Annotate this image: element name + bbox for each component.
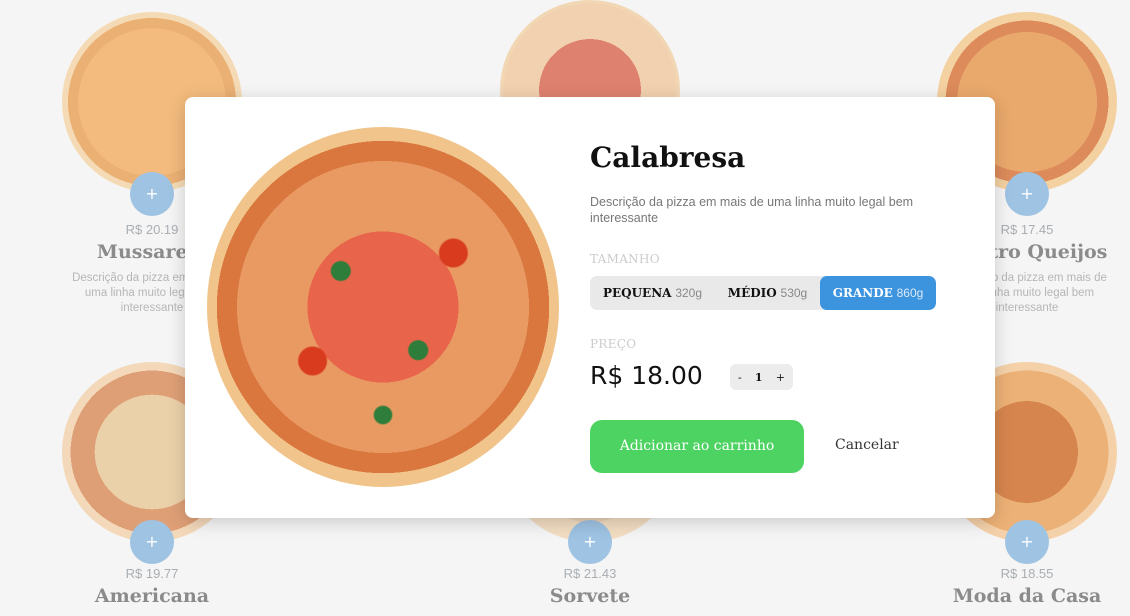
size-option-pequena[interactable]: PEQUENA 320g [590, 276, 715, 310]
decrease-quantity-button[interactable]: - [738, 371, 742, 384]
pizza-price: R$ 18.00 [590, 361, 703, 390]
size-option-grande[interactable]: GRANDE 860g [820, 276, 936, 310]
size-option-medio[interactable]: MÉDIO 530g [715, 276, 820, 310]
increase-quantity-button[interactable]: + [776, 371, 785, 384]
size-name: MÉDIO [727, 286, 777, 300]
size-selector: PEQUENA 320g MÉDIO 530g GRANDE 860g [590, 276, 936, 310]
size-weight: 860g [896, 286, 924, 300]
pizza-title: Calabresa [590, 141, 746, 174]
quantity-stepper: - 1 + [730, 364, 793, 390]
size-name: GRANDE [832, 286, 893, 300]
pizza-detail-modal: Calabresa Descrição da pizza em mais de … [185, 97, 995, 518]
cancel-button[interactable]: Cancelar [835, 437, 899, 453]
price-label: PREÇO [590, 337, 637, 351]
quantity-value: 1 [754, 370, 763, 384]
size-name: PEQUENA [602, 286, 672, 300]
size-weight: 530g [780, 286, 808, 300]
size-weight: 320g [675, 286, 703, 300]
size-label: TAMANHO [590, 252, 660, 266]
pizza-description: Descrição da pizza em mais de uma linha … [590, 195, 914, 225]
pizza-image [207, 127, 559, 487]
add-to-cart-button[interactable]: Adicionar ao carrinho [590, 420, 804, 473]
